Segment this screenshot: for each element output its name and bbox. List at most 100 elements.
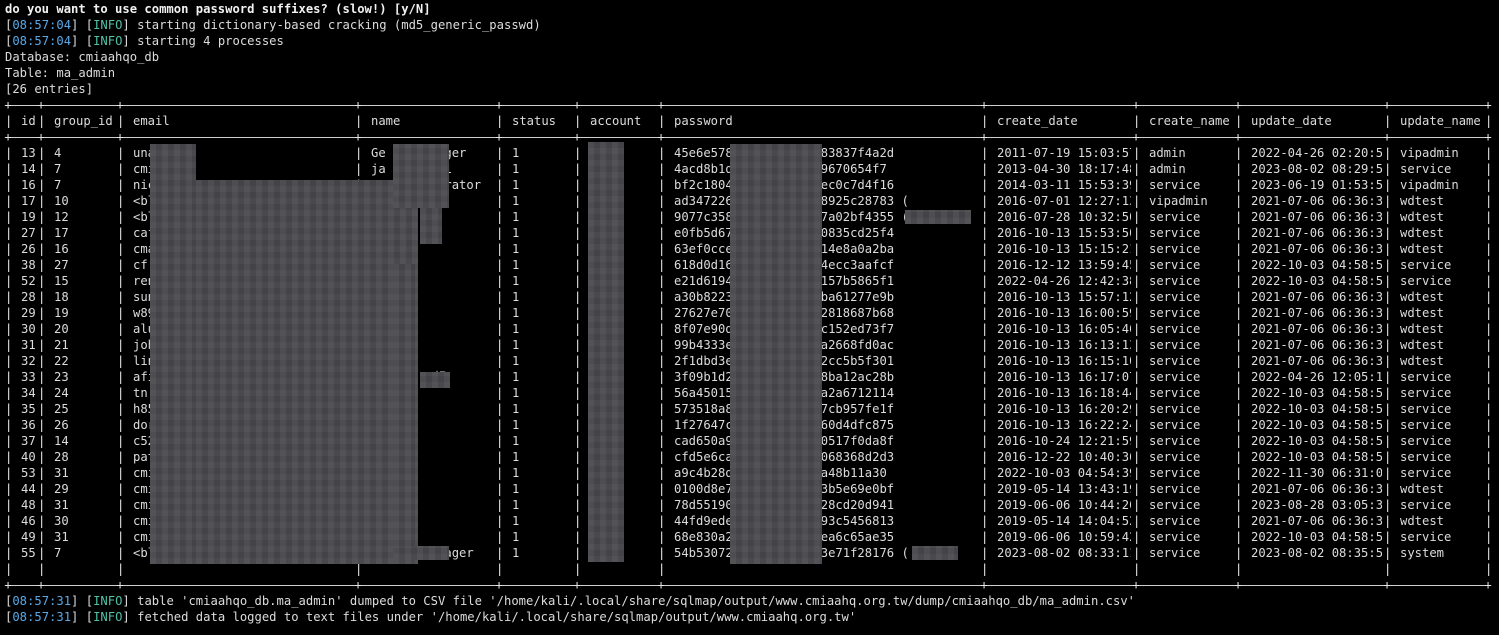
password-cell: 56a45015 a2a6712114	[674, 386, 895, 400]
password-cell: 1f27647c 60d4dfc875	[674, 418, 895, 432]
column-separator: |	[38, 226, 46, 240]
column-separator: |	[574, 338, 582, 352]
column-separator: |	[574, 194, 582, 208]
column-separator: |	[1384, 498, 1392, 512]
column-separator: |	[1235, 482, 1243, 496]
column-separator: |	[981, 354, 989, 368]
id-cell: 17	[21, 194, 36, 208]
column-separator: |	[117, 258, 125, 272]
id-cell: 13	[21, 146, 36, 160]
update_name-cell: service	[1400, 370, 1452, 384]
log-line: [08:57:04] [INFO] starting dictionary-ba…	[5, 18, 541, 32]
rule-junction: +	[1132, 98, 1140, 112]
log-message: starting 4 processes	[137, 34, 284, 48]
column-separator: |	[1384, 210, 1392, 224]
column-separator: |	[1133, 194, 1141, 208]
status-cell: 1	[512, 546, 520, 560]
update_name-cell: wdtest	[1400, 306, 1445, 320]
password-cell: bf2c1804 ec0c7d4f16	[674, 178, 895, 192]
column-separator: |	[38, 178, 46, 192]
column-separator: |	[1485, 370, 1493, 384]
column-separator: |	[1235, 402, 1243, 416]
redaction-block	[196, 180, 418, 564]
create_date-cell: 2022-10-03 04:54:39	[997, 466, 1131, 480]
group_id-cell: 7	[54, 162, 62, 176]
column-separator: |	[117, 322, 125, 336]
column-separator: |	[981, 194, 989, 208]
column-separator: |	[5, 338, 13, 352]
rule-junction: +	[116, 578, 124, 592]
column-separator: |	[1133, 402, 1141, 416]
update_date-cell: 2021-07-06 06:36:39	[1251, 290, 1382, 304]
create_name-cell: service	[1149, 338, 1201, 352]
password-cell: 99b4333e a2668fd0ac	[674, 338, 895, 352]
rule-junction: +	[1132, 130, 1140, 144]
column-separator: |	[355, 162, 363, 176]
create_name-cell: service	[1149, 290, 1201, 304]
column-separator: |	[1133, 514, 1141, 528]
column-separator: |	[1384, 514, 1392, 528]
column-separator: |	[117, 306, 125, 320]
column-separator: |	[1485, 290, 1493, 304]
update_name-cell: wdtest	[1400, 354, 1445, 368]
password-cell: 0100d8e7 3b5e69e0bf	[674, 482, 895, 496]
column-separator: |	[574, 354, 582, 368]
column-separator: |	[658, 354, 666, 368]
update_name-cell: wdtest	[1400, 194, 1445, 208]
redaction-block	[730, 144, 822, 564]
group_id-cell: 23	[54, 370, 69, 384]
column-separator: |	[38, 530, 46, 544]
group_id-cell: 27	[54, 258, 69, 272]
rule-segment	[8, 585, 1486, 586]
column-separator: |	[117, 482, 125, 496]
create_name-cell: service	[1149, 450, 1201, 464]
column-separator: |	[981, 146, 989, 160]
column-separator: |	[574, 258, 582, 272]
column-separator: |	[658, 178, 666, 192]
column-separator: |	[1235, 322, 1243, 336]
column-separator: |	[496, 338, 504, 352]
column-separator: |	[1485, 114, 1493, 128]
column-separator: |	[38, 482, 46, 496]
column-separator: |	[1133, 210, 1141, 224]
column-separator: |	[1384, 274, 1392, 288]
table-name-line: Table: ma_admin	[5, 66, 116, 80]
column-separator: |	[1133, 370, 1141, 384]
column-separator: |	[5, 386, 13, 400]
column-separator: |	[5, 322, 13, 336]
column-separator: |	[1235, 242, 1243, 256]
password-cell: 618d0d16 4ecc3aafcf	[674, 258, 895, 272]
column-separator: |	[38, 402, 46, 416]
column-separator: |	[1384, 530, 1392, 544]
column-separator: |	[38, 210, 46, 224]
create_date-cell: 2019-05-14 13:43:19	[997, 482, 1131, 496]
column-separator: |	[496, 370, 504, 384]
create_date-cell: 2016-07-28 10:32:50	[997, 210, 1131, 224]
rule-junction: +	[573, 578, 581, 592]
column-separator: |	[1133, 562, 1141, 576]
column-separator: |	[574, 498, 582, 512]
create_name-cell: service	[1149, 466, 1201, 480]
create_date-cell: 2016-10-13 15:53:50	[997, 226, 1131, 240]
status-cell: 1	[512, 194, 520, 208]
id-cell: 53	[21, 466, 36, 480]
update_name-cell: wdtest	[1400, 226, 1445, 240]
column-separator: |	[658, 482, 666, 496]
password-cell: 573518a8 7cb957fe1f	[674, 402, 895, 416]
group_id-cell: 31	[54, 466, 69, 480]
column-separator: |	[1384, 402, 1392, 416]
column-separator: |	[981, 482, 989, 496]
column-separator: |	[1384, 322, 1392, 336]
redaction-block	[420, 372, 450, 388]
redaction-block	[912, 546, 958, 560]
id-cell: 44	[21, 482, 36, 496]
column-separator: |	[574, 434, 582, 448]
column-separator: |	[1485, 450, 1493, 464]
log-level: INFO	[93, 18, 123, 32]
group_id-cell: 21	[54, 338, 69, 352]
column-separator: |	[38, 322, 46, 336]
column-separator: |	[38, 450, 46, 464]
password-cell: e21d6194 157b5865f1	[674, 274, 895, 288]
column-separator: |	[1485, 258, 1493, 272]
create_name-cell: service	[1149, 498, 1201, 512]
